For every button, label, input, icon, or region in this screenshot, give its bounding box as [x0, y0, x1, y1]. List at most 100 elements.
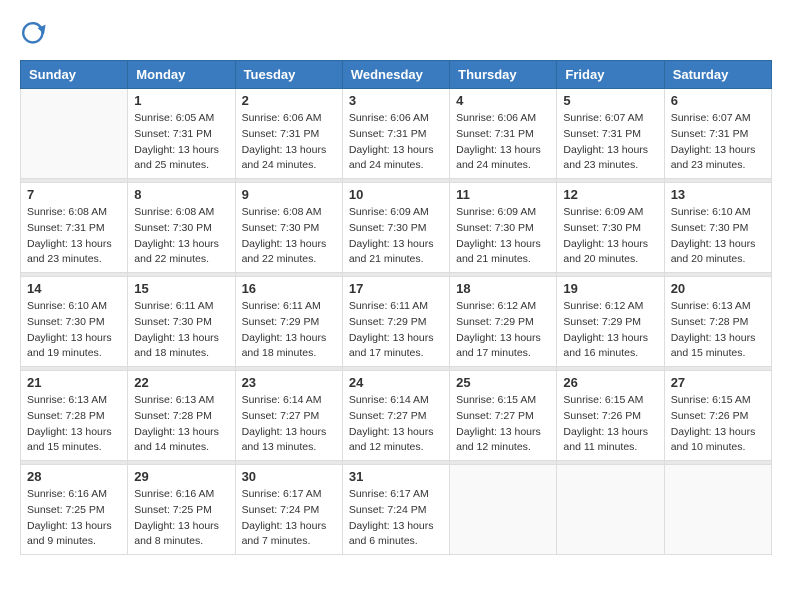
day-info: Sunrise: 6:07 AMSunset: 7:31 PMDaylight:… [563, 111, 657, 174]
calendar-cell: 15 Sunrise: 6:11 AMSunset: 7:30 PMDaylig… [128, 277, 235, 367]
calendar-week-row: 21 Sunrise: 6:13 AMSunset: 7:28 PMDaylig… [21, 371, 772, 461]
day-number: 23 [242, 375, 336, 390]
calendar-cell: 3 Sunrise: 6:06 AMSunset: 7:31 PMDayligh… [342, 89, 449, 179]
day-info: Sunrise: 6:12 AMSunset: 7:29 PMDaylight:… [456, 299, 550, 362]
day-info: Sunrise: 6:15 AMSunset: 7:27 PMDaylight:… [456, 393, 550, 456]
calendar-header-saturday: Saturday [664, 61, 771, 89]
calendar-cell: 7 Sunrise: 6:08 AMSunset: 7:31 PMDayligh… [21, 183, 128, 273]
calendar-cell: 24 Sunrise: 6:14 AMSunset: 7:27 PMDaylig… [342, 371, 449, 461]
calendar-cell: 19 Sunrise: 6:12 AMSunset: 7:29 PMDaylig… [557, 277, 664, 367]
calendar-cell: 2 Sunrise: 6:06 AMSunset: 7:31 PMDayligh… [235, 89, 342, 179]
calendar-cell: 12 Sunrise: 6:09 AMSunset: 7:30 PMDaylig… [557, 183, 664, 273]
day-number: 10 [349, 187, 443, 202]
day-info: Sunrise: 6:16 AMSunset: 7:25 PMDaylight:… [134, 487, 228, 550]
day-number: 22 [134, 375, 228, 390]
day-number: 15 [134, 281, 228, 296]
calendar-cell [664, 465, 771, 555]
day-number: 5 [563, 93, 657, 108]
day-info: Sunrise: 6:10 AMSunset: 7:30 PMDaylight:… [27, 299, 121, 362]
day-info: Sunrise: 6:07 AMSunset: 7:31 PMDaylight:… [671, 111, 765, 174]
day-number: 18 [456, 281, 550, 296]
day-number: 28 [27, 469, 121, 484]
calendar-cell: 28 Sunrise: 6:16 AMSunset: 7:25 PMDaylig… [21, 465, 128, 555]
day-info: Sunrise: 6:09 AMSunset: 7:30 PMDaylight:… [456, 205, 550, 268]
calendar-cell: 26 Sunrise: 6:15 AMSunset: 7:26 PMDaylig… [557, 371, 664, 461]
calendar-cell: 14 Sunrise: 6:10 AMSunset: 7:30 PMDaylig… [21, 277, 128, 367]
calendar-cell: 9 Sunrise: 6:08 AMSunset: 7:30 PMDayligh… [235, 183, 342, 273]
header [20, 20, 772, 52]
calendar-week-row: 1 Sunrise: 6:05 AMSunset: 7:31 PMDayligh… [21, 89, 772, 179]
day-number: 27 [671, 375, 765, 390]
calendar-header-monday: Monday [128, 61, 235, 89]
day-number: 30 [242, 469, 336, 484]
day-number: 16 [242, 281, 336, 296]
day-info: Sunrise: 6:06 AMSunset: 7:31 PMDaylight:… [242, 111, 336, 174]
calendar-cell [21, 89, 128, 179]
calendar-cell: 17 Sunrise: 6:11 AMSunset: 7:29 PMDaylig… [342, 277, 449, 367]
day-info: Sunrise: 6:10 AMSunset: 7:30 PMDaylight:… [671, 205, 765, 268]
calendar-cell: 5 Sunrise: 6:07 AMSunset: 7:31 PMDayligh… [557, 89, 664, 179]
calendar-cell: 25 Sunrise: 6:15 AMSunset: 7:27 PMDaylig… [450, 371, 557, 461]
calendar-cell: 16 Sunrise: 6:11 AMSunset: 7:29 PMDaylig… [235, 277, 342, 367]
calendar-cell: 31 Sunrise: 6:17 AMSunset: 7:24 PMDaylig… [342, 465, 449, 555]
calendar-cell: 21 Sunrise: 6:13 AMSunset: 7:28 PMDaylig… [21, 371, 128, 461]
day-info: Sunrise: 6:14 AMSunset: 7:27 PMDaylight:… [242, 393, 336, 456]
day-number: 8 [134, 187, 228, 202]
day-number: 7 [27, 187, 121, 202]
day-info: Sunrise: 6:17 AMSunset: 7:24 PMDaylight:… [349, 487, 443, 550]
calendar-week-row: 28 Sunrise: 6:16 AMSunset: 7:25 PMDaylig… [21, 465, 772, 555]
calendar-week-row: 14 Sunrise: 6:10 AMSunset: 7:30 PMDaylig… [21, 277, 772, 367]
day-info: Sunrise: 6:06 AMSunset: 7:31 PMDaylight:… [456, 111, 550, 174]
day-info: Sunrise: 6:15 AMSunset: 7:26 PMDaylight:… [563, 393, 657, 456]
day-info: Sunrise: 6:13 AMSunset: 7:28 PMDaylight:… [27, 393, 121, 456]
day-number: 12 [563, 187, 657, 202]
day-number: 26 [563, 375, 657, 390]
day-number: 19 [563, 281, 657, 296]
calendar-cell: 1 Sunrise: 6:05 AMSunset: 7:31 PMDayligh… [128, 89, 235, 179]
day-info: Sunrise: 6:09 AMSunset: 7:30 PMDaylight:… [349, 205, 443, 268]
day-number: 6 [671, 93, 765, 108]
calendar-cell: 6 Sunrise: 6:07 AMSunset: 7:31 PMDayligh… [664, 89, 771, 179]
calendar-header-sunday: Sunday [21, 61, 128, 89]
calendar-cell: 10 Sunrise: 6:09 AMSunset: 7:30 PMDaylig… [342, 183, 449, 273]
day-info: Sunrise: 6:08 AMSunset: 7:31 PMDaylight:… [27, 205, 121, 268]
day-info: Sunrise: 6:08 AMSunset: 7:30 PMDaylight:… [242, 205, 336, 268]
day-info: Sunrise: 6:08 AMSunset: 7:30 PMDaylight:… [134, 205, 228, 268]
day-info: Sunrise: 6:13 AMSunset: 7:28 PMDaylight:… [671, 299, 765, 362]
day-number: 20 [671, 281, 765, 296]
day-number: 25 [456, 375, 550, 390]
calendar-cell: 30 Sunrise: 6:17 AMSunset: 7:24 PMDaylig… [235, 465, 342, 555]
day-number: 31 [349, 469, 443, 484]
calendar-cell: 22 Sunrise: 6:13 AMSunset: 7:28 PMDaylig… [128, 371, 235, 461]
calendar-header-friday: Friday [557, 61, 664, 89]
day-number: 2 [242, 93, 336, 108]
day-info: Sunrise: 6:17 AMSunset: 7:24 PMDaylight:… [242, 487, 336, 550]
calendar-cell: 27 Sunrise: 6:15 AMSunset: 7:26 PMDaylig… [664, 371, 771, 461]
day-number: 24 [349, 375, 443, 390]
calendar-cell: 4 Sunrise: 6:06 AMSunset: 7:31 PMDayligh… [450, 89, 557, 179]
calendar-cell: 13 Sunrise: 6:10 AMSunset: 7:30 PMDaylig… [664, 183, 771, 273]
calendar-cell: 11 Sunrise: 6:09 AMSunset: 7:30 PMDaylig… [450, 183, 557, 273]
day-number: 21 [27, 375, 121, 390]
calendar-cell: 23 Sunrise: 6:14 AMSunset: 7:27 PMDaylig… [235, 371, 342, 461]
day-info: Sunrise: 6:09 AMSunset: 7:30 PMDaylight:… [563, 205, 657, 268]
day-number: 29 [134, 469, 228, 484]
calendar-cell: 20 Sunrise: 6:13 AMSunset: 7:28 PMDaylig… [664, 277, 771, 367]
day-info: Sunrise: 6:15 AMSunset: 7:26 PMDaylight:… [671, 393, 765, 456]
day-info: Sunrise: 6:06 AMSunset: 7:31 PMDaylight:… [349, 111, 443, 174]
calendar-cell: 18 Sunrise: 6:12 AMSunset: 7:29 PMDaylig… [450, 277, 557, 367]
day-number: 17 [349, 281, 443, 296]
day-number: 13 [671, 187, 765, 202]
calendar-cell [557, 465, 664, 555]
day-info: Sunrise: 6:13 AMSunset: 7:28 PMDaylight:… [134, 393, 228, 456]
day-info: Sunrise: 6:11 AMSunset: 7:29 PMDaylight:… [349, 299, 443, 362]
calendar-header-thursday: Thursday [450, 61, 557, 89]
calendar-cell: 29 Sunrise: 6:16 AMSunset: 7:25 PMDaylig… [128, 465, 235, 555]
calendar-week-row: 7 Sunrise: 6:08 AMSunset: 7:31 PMDayligh… [21, 183, 772, 273]
day-number: 3 [349, 93, 443, 108]
day-number: 9 [242, 187, 336, 202]
calendar-header-tuesday: Tuesday [235, 61, 342, 89]
day-info: Sunrise: 6:16 AMSunset: 7:25 PMDaylight:… [27, 487, 121, 550]
calendar-cell: 8 Sunrise: 6:08 AMSunset: 7:30 PMDayligh… [128, 183, 235, 273]
day-number: 1 [134, 93, 228, 108]
